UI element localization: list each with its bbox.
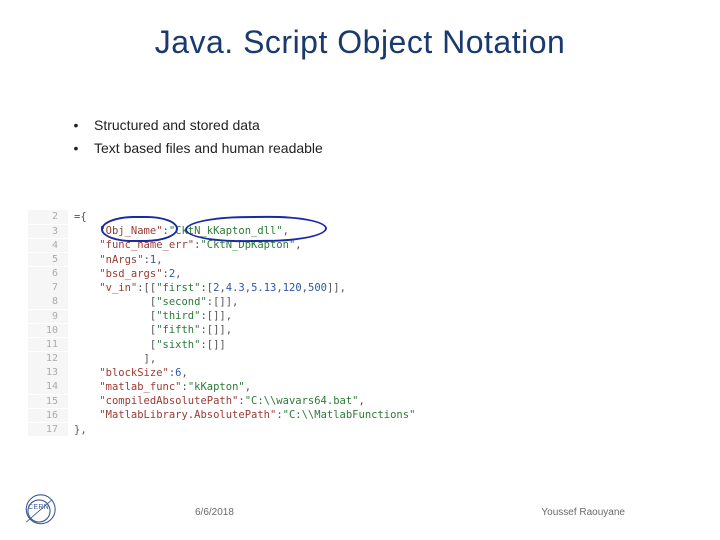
line-number: 17: [28, 423, 68, 437]
code-source: "v_in":[["first":[2,4.3,5.13,120,500]],: [68, 281, 346, 295]
code-source: ["second":[]],: [68, 295, 238, 309]
code-source: ["fifth":[]],: [68, 323, 232, 337]
code-line: 11 ["sixth":[]]: [28, 338, 473, 352]
line-number: 5: [28, 253, 68, 267]
code-line: 5 "nArgs":1,: [28, 253, 473, 267]
line-number: 6: [28, 267, 68, 281]
code-line: 9 ["third":[]],: [28, 309, 473, 323]
line-number: 13: [28, 366, 68, 380]
code-source: "func_name_err":"CktN_DpKapton",: [68, 238, 302, 252]
line-number: 15: [28, 395, 68, 409]
code-source: "bsd_args":2,: [68, 267, 182, 281]
slide-title: Java. Script Object Notation: [0, 24, 720, 61]
line-number: 12: [28, 352, 68, 366]
code-line: 17},: [28, 423, 473, 437]
code-line: 10 ["fifth":[]],: [28, 323, 473, 337]
code-line: 16 "MatlabLibrary.AbsolutePath":"C:\\Mat…: [28, 408, 473, 422]
line-number: 8: [28, 295, 68, 309]
code-line: 14 "matlab_func":"kKapton",: [28, 380, 473, 394]
line-number: 16: [28, 409, 68, 423]
code-source: "nArgs":1,: [68, 253, 163, 267]
line-number: 14: [28, 380, 68, 394]
line-number: 3: [28, 225, 68, 239]
bullet-item: • Text based files and human readable: [72, 137, 323, 160]
code-source: "blockSize":6,: [68, 366, 188, 380]
code-source: ={: [68, 210, 87, 224]
line-number: 10: [28, 324, 68, 338]
line-number: 7: [28, 281, 68, 295]
code-line: 6 "bsd_args":2,: [28, 267, 473, 281]
bullet-dot-icon: •: [72, 137, 80, 160]
line-number: 4: [28, 239, 68, 253]
bullet-text: Text based files and human readable: [94, 137, 323, 160]
code-line: 4 "func_name_err":"CktN_DpKapton",: [28, 238, 473, 252]
bullet-item: • Structured and stored data: [72, 114, 323, 137]
footer-date: 6/6/2018: [195, 507, 234, 518]
code-source: ["third":[]],: [68, 309, 232, 323]
code-line: 7 "v_in":[["first":[2,4.3,5.13,120,500]]…: [28, 281, 473, 295]
slide: Java. Script Object Notation • Structure…: [0, 0, 720, 540]
footer-author: Youssef Raouyane: [541, 507, 625, 518]
code-source: },: [68, 423, 87, 437]
code-line: 3 "Obj_Name":"CktN_kKapton_dll",: [28, 224, 473, 238]
code-line: 15 "compiledAbsolutePath":"C:\\wavars64.…: [28, 394, 473, 408]
bullet-text: Structured and stored data: [94, 114, 260, 137]
code-block: 2={3 "Obj_Name":"CktN_kKapton_dll",4 "fu…: [28, 210, 473, 437]
code-source: "compiledAbsolutePath":"C:\\wavars64.bat…: [68, 394, 365, 408]
code-source: ],: [68, 352, 156, 366]
code-source: ["sixth":[]]: [68, 338, 226, 352]
code-source: "MatlabLibrary.AbsolutePath":"C:\\Matlab…: [68, 408, 415, 422]
bullet-list: • Structured and stored data • Text base…: [72, 114, 323, 160]
code-source: "Obj_Name":"CktN_kKapton_dll",: [68, 224, 289, 238]
bullet-dot-icon: •: [72, 114, 80, 137]
line-number: 2: [28, 210, 68, 224]
line-number: 9: [28, 310, 68, 324]
code-line: 12 ],: [28, 352, 473, 366]
code-line: 13 "blockSize":6,: [28, 366, 473, 380]
cern-logo-label: CERN: [28, 504, 49, 511]
code-source: "matlab_func":"kKapton",: [68, 380, 251, 394]
cern-logo-icon: CERN: [22, 494, 56, 528]
line-number: 11: [28, 338, 68, 352]
footer: CERN 6/6/2018 Youssef Raouyane: [0, 492, 720, 540]
code-line: 2={: [28, 210, 473, 224]
code-line: 8 ["second":[]],: [28, 295, 473, 309]
